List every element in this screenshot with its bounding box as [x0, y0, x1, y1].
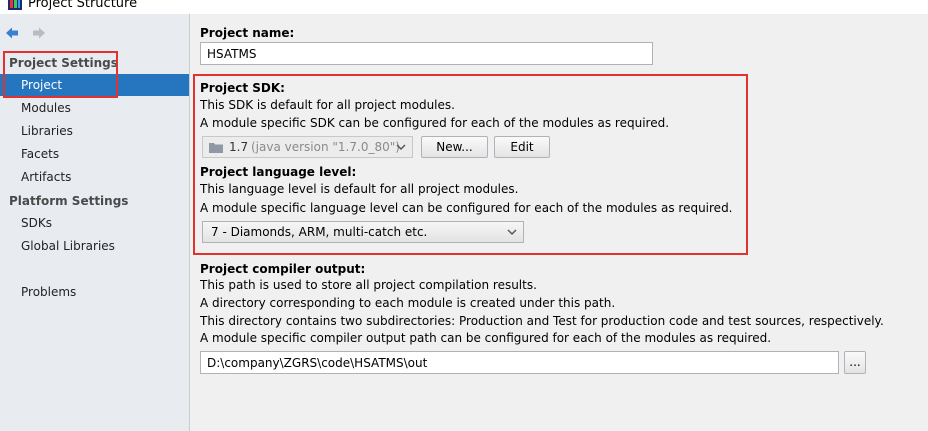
sdk-select[interactable]: 1.7 (java version "1.7.0_80") — [202, 136, 413, 158]
compiler-output-description-1: This path is used to store all project c… — [200, 278, 537, 292]
platform-settings-header: Platform Settings — [9, 194, 129, 208]
forward-arrow-icon[interactable] — [32, 26, 46, 40]
project-settings-header: Project Settings — [9, 56, 118, 70]
project-name-label: Project name: — [200, 26, 295, 40]
browse-button-label: ... — [849, 355, 861, 369]
sidebar-item-problems[interactable]: Problems — [0, 281, 189, 303]
sidebar-item-libraries[interactable]: Libraries — [0, 120, 189, 142]
new-sdk-button[interactable]: New... — [421, 136, 488, 158]
sidebar-item-modules[interactable]: Modules — [0, 97, 189, 119]
sidebar-item-artifacts[interactable]: Artifacts — [0, 166, 189, 188]
project-sdk-label: Project SDK: — [200, 81, 285, 95]
compiler-output-label: Project compiler output: — [200, 262, 366, 276]
sdk-description-2: A module specific SDK can be configured … — [200, 116, 670, 130]
language-level-select[interactable]: 7 - Diamonds, ARM, multi-catch etc. — [202, 221, 524, 243]
browse-button[interactable]: ... — [844, 351, 866, 374]
sdk-description-1: This SDK is default for all project modu… — [200, 98, 455, 112]
sdk-version-detail: (java version "1.7.0_80") — [251, 140, 400, 154]
new-sdk-button-label: New... — [436, 140, 473, 154]
language-level-description-2: A module specific language level can be … — [200, 201, 733, 215]
chevron-down-icon — [507, 229, 517, 236]
language-level-label: Project language level: — [200, 165, 357, 179]
main-panel: Project name: Project SDK: This SDK is d… — [190, 14, 928, 431]
edit-sdk-button[interactable]: Edit — [494, 136, 550, 158]
title-bar: Project Structure — [0, 0, 928, 14]
project-name-input[interactable] — [200, 42, 653, 65]
language-level-description-1: This language level is default for all p… — [200, 182, 519, 196]
compiler-output-description-3: This directory contains two subdirectori… — [200, 314, 884, 328]
compiler-output-description-4: A module specific compiler output path c… — [200, 331, 772, 345]
sidebar-item-sdks[interactable]: SDKs — [0, 212, 189, 234]
window-title: Project Structure — [28, 0, 138, 11]
sidebar-item-project[interactable]: Project — [0, 74, 189, 96]
app-icon — [8, 0, 22, 10]
compiler-output-description-2: A directory corresponding to each module… — [200, 296, 616, 310]
chevron-down-icon — [396, 144, 406, 151]
back-arrow-icon[interactable] — [5, 26, 19, 40]
sidebar-item-global-libraries[interactable]: Global Libraries — [0, 235, 189, 257]
edit-sdk-button-label: Edit — [510, 140, 534, 154]
folder-icon — [209, 143, 223, 153]
language-level-value: 7 - Diamonds, ARM, multi-catch etc. — [211, 225, 428, 239]
sidebar-item-facets[interactable]: Facets — [0, 143, 189, 165]
sdk-version: 1.7 — [229, 140, 249, 154]
compiler-output-path-input[interactable] — [200, 351, 839, 374]
sidebar: Project Settings Project Modules Librari… — [0, 14, 190, 431]
